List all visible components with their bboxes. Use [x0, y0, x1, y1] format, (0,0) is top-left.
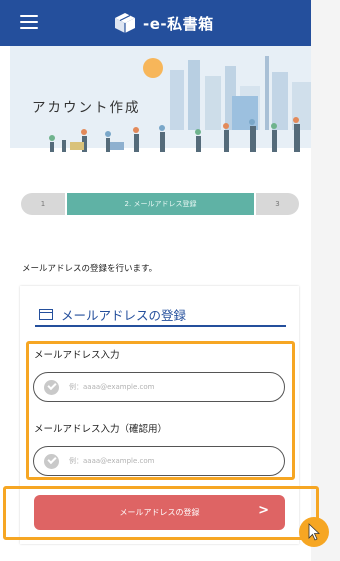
email-label: メールアドレス入力: [34, 350, 120, 361]
step-1: 1: [21, 193, 65, 215]
logo-box-icon: [115, 13, 135, 33]
email-confirm-label: メールアドレス入力（確認用）: [34, 424, 168, 435]
logo[interactable]: -e-私書箱: [113, 9, 214, 37]
header-bar: -e-私書箱: [0, 0, 311, 46]
mail-icon: [39, 308, 53, 320]
check-icon: [44, 379, 59, 395]
stepper: 1 2. メールアドレス登録 3: [21, 193, 299, 215]
section-title: メールアドレスの登録: [35, 303, 286, 327]
cursor-indicator: [299, 517, 329, 547]
section-title-text: メールアドレスの登録: [61, 307, 187, 323]
menu-icon[interactable]: [20, 15, 38, 29]
email-input[interactable]: [67, 382, 271, 392]
email-confirm-input[interactable]: [67, 456, 271, 466]
page-title: アカウント作成: [32, 100, 141, 116]
hero-banner: アカウント作成: [10, 46, 311, 164]
submit-button[interactable]: メールアドレスの登録 >: [34, 495, 285, 530]
email-confirm-field[interactable]: [33, 446, 285, 476]
intro-text: メールアドレスの登録を行います。: [22, 264, 158, 274]
email-field[interactable]: [33, 372, 285, 402]
step-2-active: 2. メールアドレス登録: [67, 193, 254, 215]
arrow-right-icon: >: [258, 503, 269, 518]
logo-text: -e-私書箱: [143, 14, 214, 33]
submit-label: メールアドレスの登録: [119, 508, 200, 517]
step-3: 3: [256, 193, 299, 215]
check-icon: [44, 453, 59, 469]
cursor-icon: [308, 523, 321, 541]
